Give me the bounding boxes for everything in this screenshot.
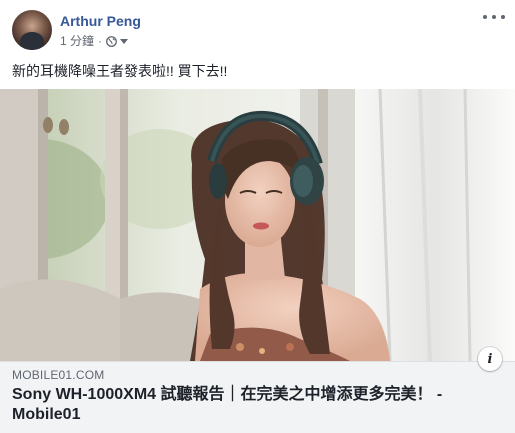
post-subline: 1 分鐘 · [60,33,141,49]
link-domain: MOBILE01.COM [12,368,105,382]
author-avatar[interactable] [12,10,52,50]
link-preview-image[interactable] [0,89,515,361]
post-header: Arthur Peng 1 分鐘 · [12,10,141,54]
link-title[interactable]: Sony WH-1000XM4 試聽報告｜在完美之中增添更多完美！ - Mobi… [12,385,492,425]
author-name[interactable]: Arthur Peng [60,12,141,30]
woman-with-headphones-photo [0,89,515,361]
post-timestamp[interactable]: 1 分鐘 [60,33,94,49]
more-options-icon[interactable] [483,10,505,24]
globe-icon [106,35,117,47]
separator-dot: · [98,34,103,48]
info-icon[interactable]: i [478,347,502,371]
link-preview-caption[interactable]: MOBILE01.COM Sony WH-1000XM4 試聽報告｜在完美之中增… [0,361,515,433]
post-meta: Arthur Peng 1 分鐘 · [60,10,141,49]
audience-dropdown-icon[interactable] [120,38,129,44]
post-text: 新的耳機降噪王者發表啦!! 買下去!! [12,63,228,79]
facebook-post: Arthur Peng 1 分鐘 · 新的耳機降噪王者發表啦!! 買下去!! M… [0,0,515,433]
